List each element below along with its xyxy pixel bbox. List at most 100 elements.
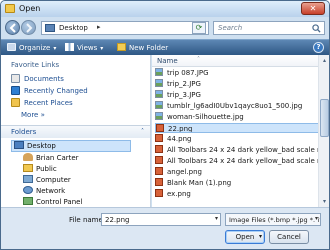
open-button[interactable]: Open ▾ bbox=[225, 230, 265, 244]
open-label: Open bbox=[235, 233, 255, 241]
tree-item-network[interactable]: Network bbox=[23, 186, 65, 197]
tree-item-computer[interactable]: Computer bbox=[23, 175, 71, 186]
file-name: 22.png bbox=[168, 125, 193, 133]
back-arrow-icon bbox=[9, 23, 16, 33]
cancel-button[interactable]: Cancel bbox=[269, 230, 309, 244]
file-name: Blank Man (1).png bbox=[167, 179, 232, 187]
search-input[interactable]: Search bbox=[213, 21, 325, 35]
favorite-recently-changed[interactable]: Recently Changed bbox=[11, 86, 88, 97]
file-name-input[interactable]: 22.png ▾ bbox=[101, 213, 221, 226]
chevron-down-icon[interactable]: ▾ bbox=[259, 231, 262, 243]
views-button[interactable]: Views ▾ bbox=[65, 42, 103, 54]
chevron-down-icon[interactable]: ▾ bbox=[314, 215, 318, 222]
computer-icon bbox=[23, 175, 33, 183]
organize-icon bbox=[7, 43, 16, 51]
refresh-button[interactable]: ⟳ bbox=[192, 22, 206, 34]
toolbar: Organize ▾ Views ▾ New Folder ? bbox=[1, 39, 329, 55]
jpg-file-icon bbox=[155, 101, 163, 109]
desktop-icon bbox=[45, 24, 55, 32]
file-name: All Toolbars 24 x 24 dark yellow_bad sca… bbox=[167, 146, 326, 154]
file-row[interactable]: All Toolbars 24 x 24 dark yellow_bad sca… bbox=[155, 145, 326, 155]
breadcrumb-arrow-icon[interactable]: ▸ bbox=[97, 23, 101, 31]
documents-icon bbox=[11, 74, 20, 83]
favorite-recent-places[interactable]: Recent Places bbox=[11, 98, 73, 109]
vertical-scrollbar[interactable]: ▴ ▾ bbox=[318, 55, 329, 207]
file-row[interactable]: 44.png bbox=[155, 134, 326, 144]
scrollbar-thumb[interactable] bbox=[320, 99, 329, 137]
close-button[interactable]: ✕ bbox=[301, 2, 325, 15]
file-row-selected[interactable]: 22.png bbox=[155, 123, 326, 133]
file-name: trip 087.JPG bbox=[167, 69, 209, 77]
organize-label: Organize bbox=[19, 44, 51, 52]
favorite-label: Recent Places bbox=[24, 99, 73, 107]
desktop-icon bbox=[14, 141, 24, 149]
tree-item-brian-carter[interactable]: Brian Carter bbox=[23, 153, 79, 164]
file-name: trip_3.JPG bbox=[167, 91, 201, 99]
more-link[interactable]: More » bbox=[21, 111, 45, 119]
png-file-icon bbox=[155, 189, 163, 197]
file-row[interactable]: trip_2.JPG bbox=[155, 79, 326, 89]
folder-icon bbox=[23, 164, 33, 172]
file-row[interactable]: tumblr_lg6adI0Ubv1qayc8uo1_500.jpg bbox=[155, 101, 326, 111]
tree-item-label: Brian Carter bbox=[36, 154, 79, 162]
jpg-file-icon bbox=[155, 90, 163, 98]
forward-button[interactable] bbox=[21, 20, 36, 35]
jpg-file-icon bbox=[155, 112, 163, 120]
file-type-select[interactable]: Image Files (*.bmp *.jpg *.tif *. ▾ bbox=[225, 213, 321, 226]
png-file-icon bbox=[155, 167, 163, 175]
back-button[interactable] bbox=[5, 20, 20, 35]
chevron-down-icon[interactable]: ▾ bbox=[215, 215, 218, 222]
organize-button[interactable]: Organize ▾ bbox=[7, 42, 56, 54]
file-name: 44.png bbox=[167, 135, 192, 143]
new-folder-label: New Folder bbox=[129, 44, 169, 52]
file-row[interactable]: woman-Silhouette.jpg bbox=[155, 112, 326, 122]
new-folder-icon bbox=[117, 43, 126, 51]
file-name-label: File name: bbox=[69, 216, 106, 224]
file-name-value[interactable]: 22.png bbox=[105, 216, 129, 224]
file-name: trip_2.JPG bbox=[167, 80, 201, 88]
search-icon[interactable] bbox=[312, 24, 321, 33]
png-file-icon bbox=[155, 145, 163, 153]
file-row[interactable]: trip_3.JPG bbox=[155, 90, 326, 100]
file-row[interactable]: All Toolbars 24 x 24 dark yellow_bad sca… bbox=[155, 156, 326, 166]
png-file-icon bbox=[155, 134, 163, 142]
scroll-down-icon[interactable]: ▾ bbox=[320, 197, 329, 206]
tree-item-label: Control Panel bbox=[36, 198, 83, 206]
address-bar[interactable]: Desktop ▸ ▾ bbox=[41, 21, 209, 35]
tree-item-public[interactable]: Public bbox=[23, 164, 57, 175]
favorite-label: Recently Changed bbox=[24, 87, 88, 95]
file-name: tumblr_lg6adI0Ubv1qayc8uo1_500.jpg bbox=[167, 102, 303, 110]
control-panel-icon bbox=[23, 197, 33, 205]
window-title: Open bbox=[19, 4, 41, 13]
bottom-panel: File name: 22.png ▾ Image Files (*.bmp *… bbox=[1, 207, 329, 249]
file-row[interactable]: trip 087.JPG bbox=[155, 68, 326, 78]
open-dialog: Open ✕ Desktop ▸ ▾ ⟳ Search Organize▾ Vi… bbox=[0, 0, 330, 250]
new-folder-button[interactable]: New Folder bbox=[117, 42, 168, 54]
user-folder-icon bbox=[23, 153, 33, 161]
folders-header[interactable]: Folders ˄ bbox=[1, 125, 150, 138]
navigation-pane: Favorite Links Documents Recently Change… bbox=[1, 55, 151, 207]
file-row[interactable]: angel.png bbox=[155, 167, 326, 177]
tree-item-label: Desktop bbox=[27, 142, 56, 150]
title-bar[interactable]: Open ✕ bbox=[1, 1, 329, 17]
jpg-file-icon bbox=[155, 79, 163, 87]
search-placeholder: Search bbox=[218, 24, 243, 32]
tree-item-label: Public bbox=[36, 165, 57, 173]
file-name: ex.png bbox=[167, 190, 191, 198]
file-row[interactable]: Blank Man (1).png bbox=[155, 178, 326, 188]
recent-places-icon bbox=[11, 98, 20, 107]
file-name: woman-Silhouette.jpg bbox=[167, 113, 244, 121]
help-button[interactable]: ? bbox=[313, 42, 324, 53]
address-path[interactable]: Desktop bbox=[59, 24, 88, 32]
column-header-name[interactable]: Name ˄ bbox=[152, 55, 329, 67]
tree-item-label: Computer bbox=[36, 176, 71, 184]
png-file-icon bbox=[156, 124, 164, 132]
scroll-up-icon[interactable]: ▴ bbox=[320, 56, 329, 65]
chevron-up-icon[interactable]: ˄ bbox=[141, 128, 144, 135]
views-icon bbox=[65, 43, 74, 51]
chevron-down-icon: ▾ bbox=[53, 45, 57, 52]
tree-item-desktop[interactable]: Desktop bbox=[11, 140, 131, 152]
file-row[interactable]: ex.png bbox=[155, 189, 326, 199]
tree-item-control-panel[interactable]: Control Panel bbox=[23, 197, 82, 207]
favorite-documents[interactable]: Documents bbox=[11, 74, 64, 85]
